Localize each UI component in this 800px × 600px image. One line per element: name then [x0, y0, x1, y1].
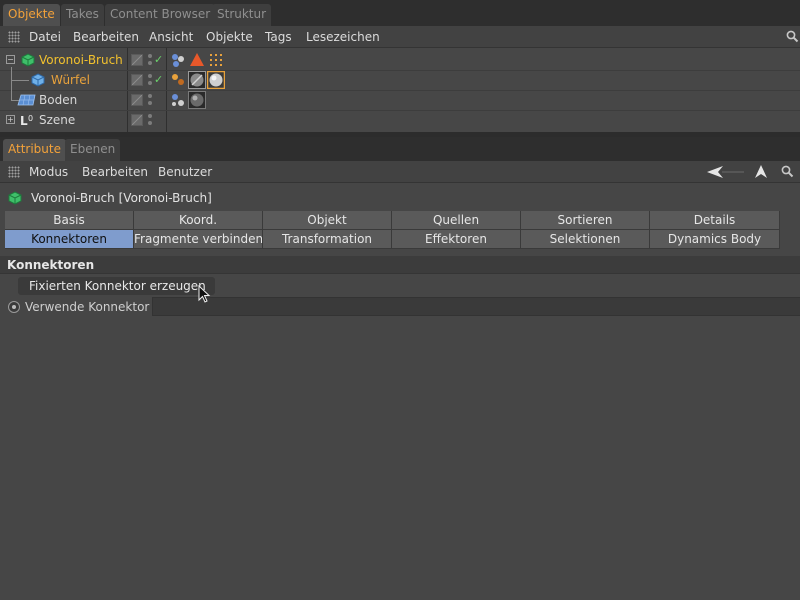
object-name[interactable]: Voronoi-Bruch: [39, 50, 123, 70]
visibility-dots-icon[interactable]: [148, 93, 153, 106]
animation-radio-icon[interactable]: [8, 301, 20, 313]
page-tab-details[interactable]: Details: [650, 211, 780, 230]
mouse-cursor-icon: [198, 285, 211, 303]
param-row-verwende-konnektor: Verwende Konnektor: [0, 297, 800, 317]
object-name[interactable]: Würfel: [51, 70, 90, 90]
menu-lesezeichen[interactable]: Lesezeichen: [306, 26, 380, 48]
cone-tag-icon[interactable]: [188, 51, 206, 69]
cube-icon: [31, 73, 45, 87]
page-tab-transformation[interactable]: Transformation: [263, 230, 392, 249]
connector-link-field[interactable]: [152, 297, 800, 316]
object-row-voronoi-bruch[interactable]: − Voronoi-Bruch ✓: [0, 50, 800, 70]
grip-icon[interactable]: [8, 31, 20, 43]
svg-text:L: L: [20, 114, 28, 127]
enabled-check-icon[interactable]: ✓: [154, 54, 163, 66]
param-label: Verwende Konnektor: [25, 300, 150, 314]
null-object-icon: L 0: [20, 114, 33, 127]
page-tab-sortieren[interactable]: Sortieren: [521, 211, 650, 230]
layer-icon[interactable]: [131, 74, 143, 86]
menu-datei[interactable]: Datei: [29, 26, 61, 48]
object-row-boden[interactable]: Boden: [0, 70, 800, 110]
object-manager-tabstrip: Objekte Takes Content Browser Struktur: [0, 0, 800, 26]
page-tab-fragmente-verbinden[interactable]: Fragmente verbinden: [134, 230, 263, 249]
attribute-manager-menubar: Modus Bearbeiten Benutzer: [0, 161, 800, 183]
menu-objekte[interactable]: Objekte: [206, 26, 253, 48]
create-fixed-connector-button[interactable]: Fixierten Konnektor erzeugen: [18, 277, 215, 295]
layer-icon[interactable]: [131, 54, 143, 66]
menu-bearbeiten[interactable]: Bearbeiten: [82, 161, 148, 183]
layer-icon[interactable]: [131, 114, 143, 126]
object-name[interactable]: Boden: [39, 90, 77, 110]
page-tab-selektionen[interactable]: Selektionen: [521, 230, 650, 249]
visibility-dots-icon[interactable]: [148, 73, 153, 86]
voronoi-fracture-icon: [21, 53, 35, 67]
page-tab-objekt[interactable]: Objekt: [263, 211, 392, 230]
material-tag-icon[interactable]: [188, 71, 206, 89]
tab-ebenen[interactable]: Ebenen: [65, 139, 121, 161]
page-tab-dynamics-body[interactable]: Dynamics Body: [650, 230, 780, 249]
collider-tag-icon[interactable]: [169, 91, 187, 109]
material-tag-icon[interactable]: [188, 91, 206, 109]
layer-icon[interactable]: [131, 94, 143, 106]
tab-takes[interactable]: Takes: [61, 4, 104, 26]
expand-icon[interactable]: +: [6, 115, 15, 124]
object-name[interactable]: Szene: [39, 110, 75, 130]
texture-tag-icon[interactable]: [169, 71, 187, 89]
page-tab-effektoren[interactable]: Effektoren: [392, 230, 521, 249]
tab-objekte[interactable]: Objekte: [3, 4, 60, 26]
object-list: − Voronoi-Bruch ✓ Würfel ✓ Boden + L 0 S…: [0, 48, 800, 132]
menu-bearbeiten[interactable]: Bearbeiten: [73, 26, 139, 48]
object-title: Voronoi-Bruch [Voronoi-Bruch]: [31, 191, 212, 205]
page-tab-quellen[interactable]: Quellen: [392, 211, 521, 230]
enabled-check-icon[interactable]: ✓: [154, 74, 163, 86]
object-manager-menubar: Datei Bearbeiten Ansicht Objekte Tags Le…: [0, 26, 800, 48]
back-arrow-icon[interactable]: [706, 165, 746, 179]
grip-icon[interactable]: [8, 166, 20, 178]
floor-icon: [17, 94, 36, 106]
material-tag-selected-icon[interactable]: [207, 71, 225, 89]
tab-struktur[interactable]: Struktur: [212, 4, 272, 26]
menu-benutzer[interactable]: Benutzer: [158, 161, 212, 183]
menu-tags[interactable]: Tags: [265, 26, 292, 48]
page-tab-koord[interactable]: Koord.: [134, 211, 263, 230]
page-tab-grid: Basis Koord. Objekt Quellen Sortieren De…: [5, 211, 780, 249]
visibility-dots-icon[interactable]: [148, 53, 153, 66]
page-tab-basis[interactable]: Basis: [5, 211, 134, 230]
object-title-row: Voronoi-Bruch [Voronoi-Bruch]: [0, 185, 800, 211]
page-tab-konnektoren[interactable]: Konnektoren: [5, 230, 134, 249]
collapse-icon[interactable]: −: [6, 55, 15, 64]
object-row-szene[interactable]: + L 0 Szene: [0, 110, 800, 130]
visibility-dots-icon[interactable]: [148, 113, 153, 126]
physics-tag-icon[interactable]: [169, 51, 187, 69]
search-icon[interactable]: [786, 30, 799, 44]
search-icon[interactable]: [781, 165, 794, 179]
menu-modus[interactable]: Modus: [29, 161, 68, 183]
section-title: Konnektoren: [0, 256, 800, 274]
tab-attribute[interactable]: Attribute: [3, 139, 66, 161]
dots-tag-icon[interactable]: [207, 51, 225, 69]
up-arrow-icon[interactable]: [754, 164, 768, 179]
attribute-manager-tabstrip: Attribute Ebenen: [0, 137, 800, 161]
voronoi-fracture-icon: [8, 191, 22, 205]
menu-ansicht[interactable]: Ansicht: [149, 26, 193, 48]
tab-content-browser[interactable]: Content Browser: [105, 4, 216, 26]
object-row-wuerfel[interactable]: Würfel ✓: [0, 67, 800, 90]
svg-text:0: 0: [28, 114, 33, 123]
